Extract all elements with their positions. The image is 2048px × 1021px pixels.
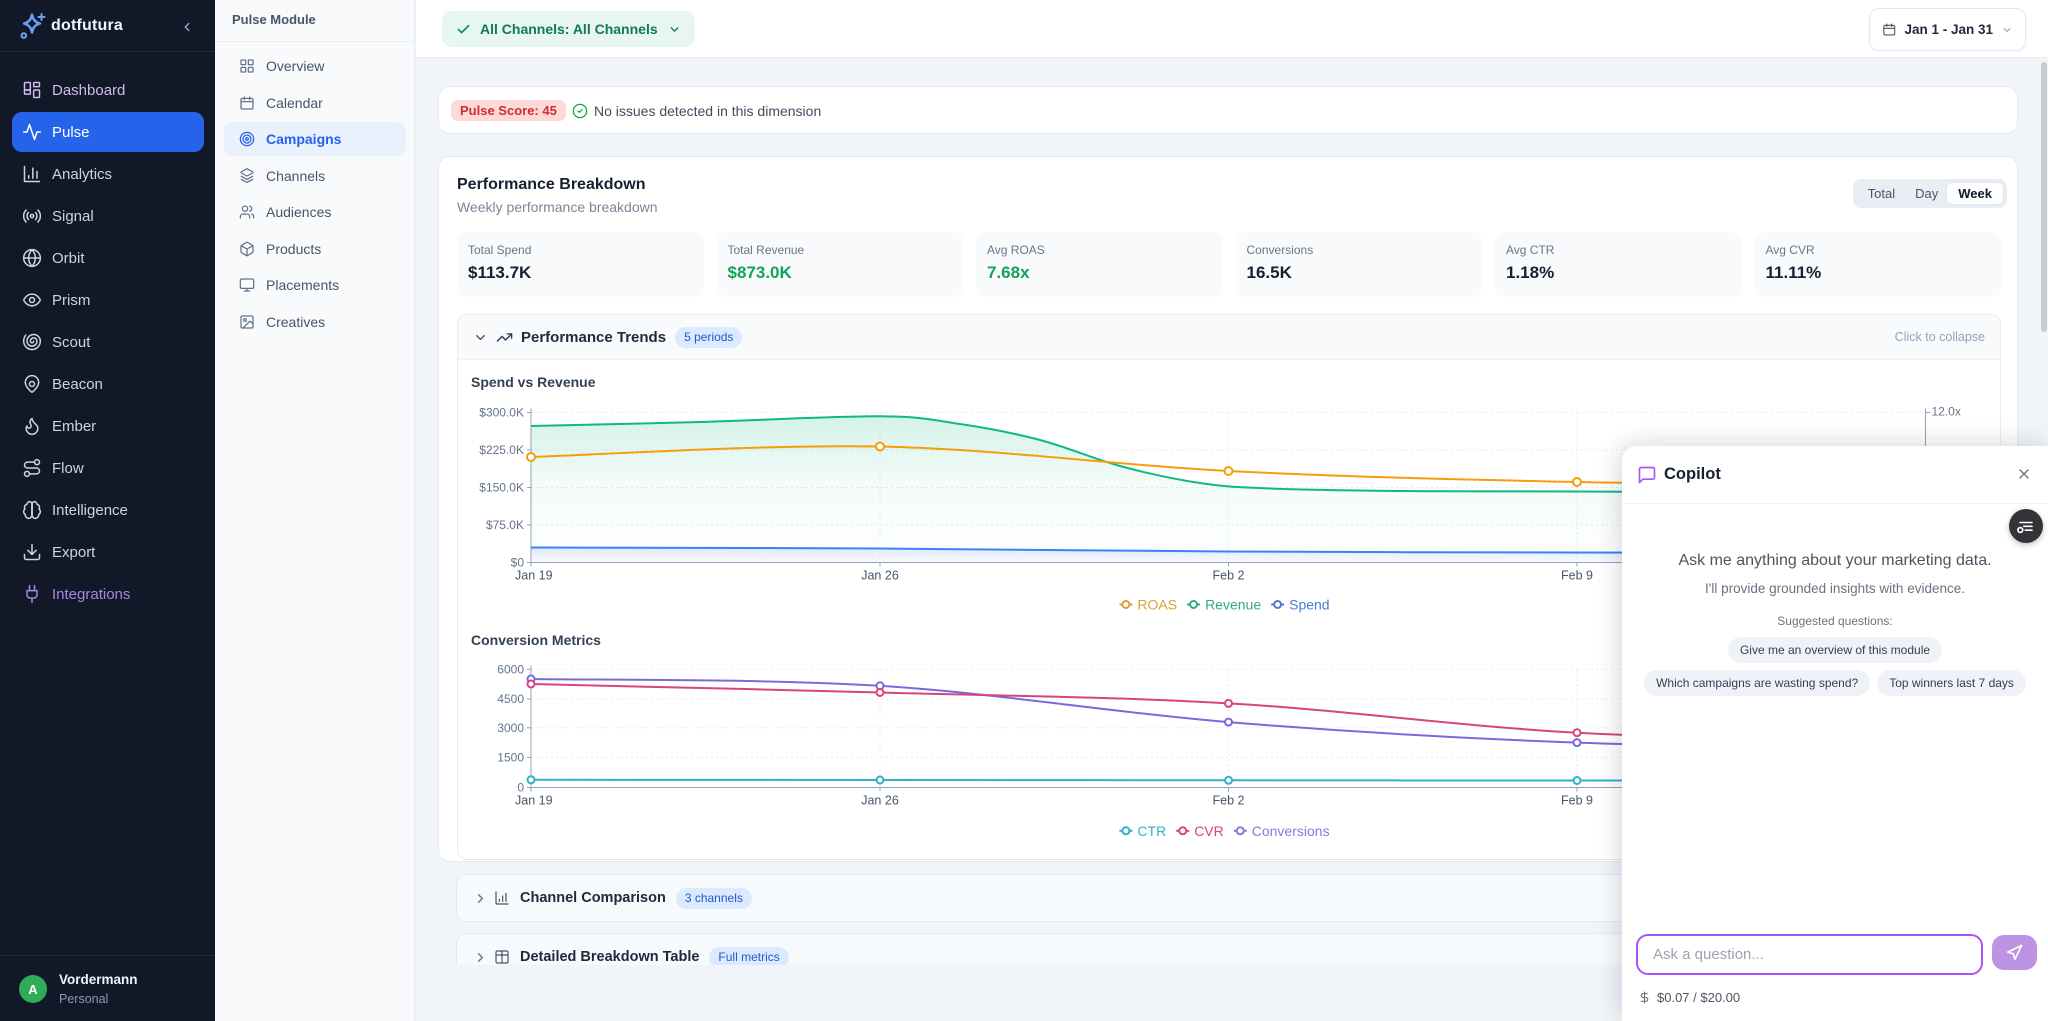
svg-text:CVR: CVR <box>1194 823 1224 839</box>
svg-text:0: 0 <box>517 781 524 795</box>
svg-text:$0: $0 <box>511 556 525 570</box>
svg-text:1500: 1500 <box>497 750 524 764</box>
svg-text:Feb 9: Feb 9 <box>1561 569 1593 583</box>
svg-text:Feb 2: Feb 2 <box>1213 794 1245 808</box>
svg-text:Jan 19: Jan 19 <box>515 794 553 808</box>
svg-text:Jan 26: Jan 26 <box>861 794 899 808</box>
svg-text:ROAS: ROAS <box>1137 597 1177 613</box>
svg-text:Revenue: Revenue <box>1205 597 1261 613</box>
svg-text:4500: 4500 <box>497 692 524 706</box>
svg-text:Jan 26: Jan 26 <box>861 569 899 583</box>
svg-text:CTR: CTR <box>1137 823 1166 839</box>
svg-text:$75.0K: $75.0K <box>486 518 524 532</box>
svg-text:12.0x: 12.0x <box>1932 405 1961 419</box>
svg-text:$225.0K: $225.0K <box>479 443 524 457</box>
svg-text:Feb 9: Feb 9 <box>1561 794 1593 808</box>
svg-text:Conversions: Conversions <box>1252 823 1330 839</box>
svg-text:3000: 3000 <box>497 721 524 735</box>
svg-text:Spend: Spend <box>1289 597 1329 613</box>
svg-text:$150.0K: $150.0K <box>479 481 524 495</box>
svg-text:6000: 6000 <box>497 662 524 676</box>
svg-text:Jan 19: Jan 19 <box>515 569 553 583</box>
svg-text:$300.0K: $300.0K <box>479 406 524 420</box>
svg-text:Feb 2: Feb 2 <box>1213 569 1245 583</box>
